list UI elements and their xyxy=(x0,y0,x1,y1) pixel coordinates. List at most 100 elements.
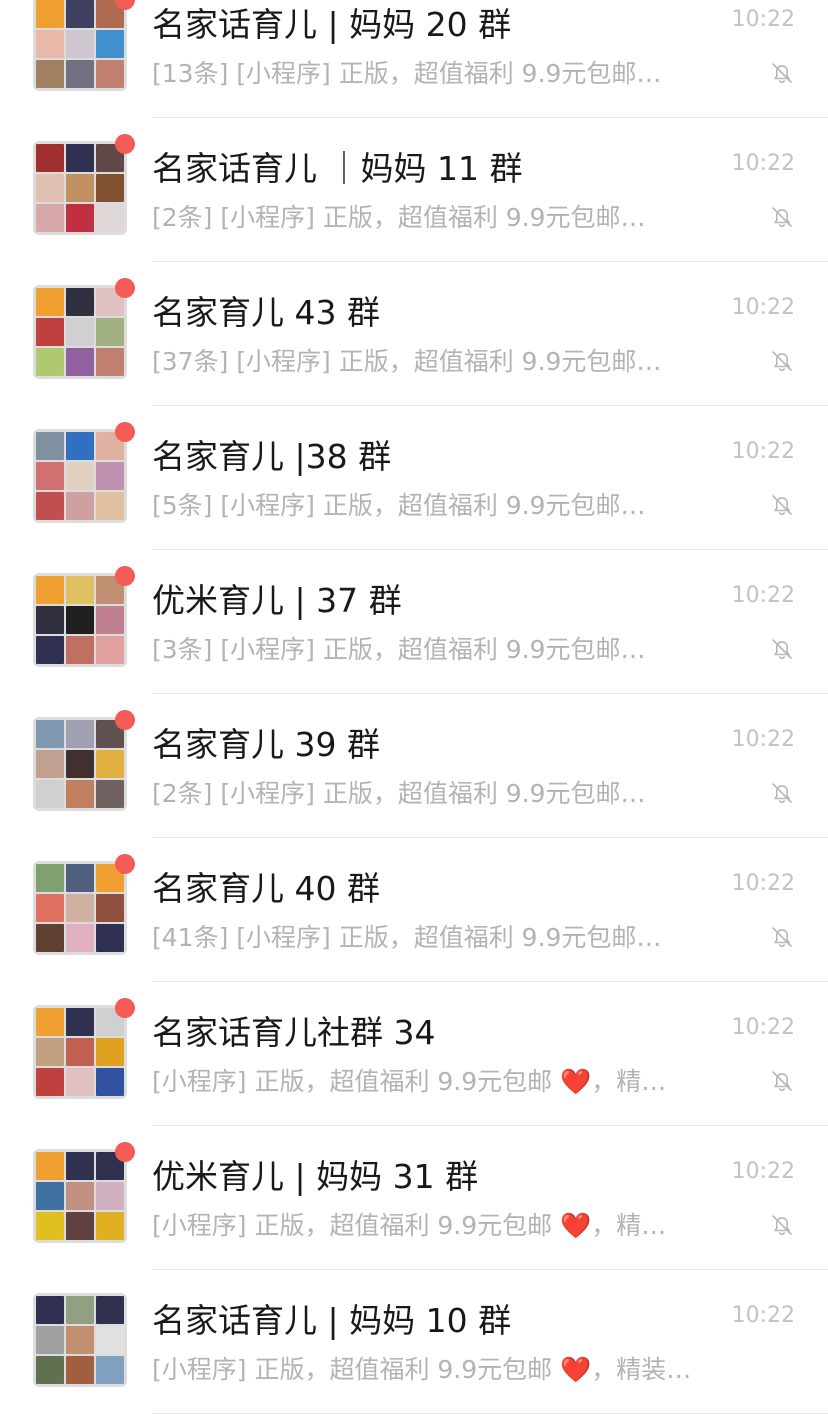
member-avatar-tile xyxy=(36,1356,64,1384)
member-avatar-tile xyxy=(36,606,64,634)
member-avatar-tile xyxy=(36,1326,64,1354)
group-avatar-wrap xyxy=(33,134,135,235)
chat-name: 优米育儿 | 妈妈 31 群 xyxy=(152,1157,479,1196)
group-avatar[interactable] xyxy=(33,1293,127,1387)
member-avatar-tile xyxy=(66,750,94,778)
member-avatar-tile xyxy=(36,1068,64,1096)
member-avatar-tile xyxy=(36,1008,64,1036)
member-avatar-tile xyxy=(66,1212,94,1240)
chat-time: 10:22 xyxy=(731,1159,795,1184)
chat-row[interactable]: 优米育儿 | 妈妈 31 群 10:22 [小程序] 正版，超值福利 9.9元包邮 … xyxy=(0,1126,828,1270)
member-avatar-tile xyxy=(96,1068,124,1096)
group-avatar-wrap xyxy=(33,1293,127,1387)
unread-dot-badge xyxy=(115,1142,135,1162)
member-avatar-tile xyxy=(66,0,94,28)
member-avatar-tile xyxy=(96,1182,124,1210)
member-avatar-tile xyxy=(96,60,124,88)
chat-row[interactable]: 名家话育儿社群 34 10:22 [小程序] 正版，超值福利 9.9元包邮 ❤️，精… xyxy=(0,982,828,1126)
member-avatar-tile xyxy=(66,348,94,376)
group-avatar-wrap xyxy=(33,566,135,667)
chat-name: 名家育儿 40 群 xyxy=(152,869,380,908)
unread-dot-badge xyxy=(115,710,135,730)
group-avatar[interactable] xyxy=(33,141,127,235)
bell-slash-icon xyxy=(769,780,795,806)
member-avatar-tile xyxy=(36,1038,64,1066)
chat-preview: [2条] [小程序] 正版，超值福利 9.9元包邮… xyxy=(152,203,646,232)
chat-name: 名家话育儿 | 妈妈 10 群 xyxy=(152,1301,512,1340)
member-avatar-tile xyxy=(66,1182,94,1210)
member-avatar-tile xyxy=(96,462,124,490)
member-avatar-tile xyxy=(36,492,64,520)
chat-name: 优米育儿 | 37 群 xyxy=(152,581,402,620)
group-avatar[interactable] xyxy=(33,429,127,523)
unread-dot-badge xyxy=(115,566,135,586)
member-avatar-tile xyxy=(96,1038,124,1066)
chat-row[interactable]: 名家话育儿 | 妈妈 10 群 10:22 [小程序] 正版，超值福利 9.9元包邮… xyxy=(0,1270,828,1414)
member-avatar-tile xyxy=(96,636,124,664)
group-avatar-wrap xyxy=(33,0,135,91)
chat-name: 名家育儿 |38 群 xyxy=(152,437,392,476)
chat-preview: [2条] [小程序] 正版，超值福利 9.9元包邮… xyxy=(152,779,646,808)
chat-row[interactable]: 名家育儿 40 群 10:22 [41条] [小程序] 正版，超值福利 9.9元包邮… xyxy=(0,838,828,982)
chat-time: 10:22 xyxy=(731,295,795,320)
member-avatar-tile xyxy=(66,636,94,664)
member-avatar-tile xyxy=(96,318,124,346)
member-avatar-tile xyxy=(66,1356,94,1384)
member-avatar-tile xyxy=(66,288,94,316)
member-avatar-tile xyxy=(66,318,94,346)
bell-slash-icon xyxy=(769,60,795,86)
chat-name: 名家话育儿社群 34 xyxy=(152,1013,436,1052)
group-avatar[interactable] xyxy=(33,717,127,811)
member-avatar-tile xyxy=(36,1182,64,1210)
member-avatar-tile xyxy=(36,636,64,664)
group-avatar[interactable] xyxy=(33,1005,127,1099)
member-avatar-tile xyxy=(96,30,124,58)
chat-preview: [小程序] 正版，超值福利 9.9元包邮 ❤️，精… xyxy=(152,1211,667,1240)
member-avatar-tile xyxy=(96,1326,124,1354)
chat-time: 10:22 xyxy=(731,1015,795,1040)
member-avatar-tile xyxy=(66,144,94,172)
bell-slash-icon xyxy=(769,924,795,950)
group-avatar[interactable] xyxy=(33,285,127,379)
member-avatar-tile xyxy=(36,432,64,460)
chat-time: 10:22 xyxy=(731,583,795,608)
member-avatar-tile xyxy=(96,1212,124,1240)
chat-preview: [小程序] 正版，超值福利 9.9元包邮 ❤️，精… xyxy=(152,1067,667,1096)
member-avatar-tile xyxy=(66,1038,94,1066)
member-avatar-tile xyxy=(36,1212,64,1240)
member-avatar-tile xyxy=(36,0,64,28)
member-avatar-tile xyxy=(66,204,94,232)
chat-name: 名家育儿 39 群 xyxy=(152,725,380,764)
group-avatar-wrap xyxy=(33,710,135,811)
member-avatar-tile xyxy=(36,318,64,346)
chat-row[interactable]: 名家育儿 43 群 10:22 [37条] [小程序] 正版，超值福利 9.9元包邮… xyxy=(0,262,828,406)
member-avatar-tile xyxy=(36,1152,64,1180)
bell-slash-icon xyxy=(769,1068,795,1094)
chat-time: 10:22 xyxy=(731,439,795,464)
chat-row[interactable]: 名家话育儿 | 妈妈 20 群 10:22 [13条] [小程序] 正版，超值福利 … xyxy=(0,0,828,118)
unread-dot-badge xyxy=(115,278,135,298)
member-avatar-tile xyxy=(96,204,124,232)
group-avatar[interactable] xyxy=(33,573,127,667)
chat-row[interactable]: 名家育儿 39 群 10:22 [2条] [小程序] 正版，超值福利 9.9元包邮… xyxy=(0,694,828,838)
group-avatar-wrap xyxy=(33,1142,135,1243)
unread-dot-badge xyxy=(115,998,135,1018)
member-avatar-tile xyxy=(96,780,124,808)
member-avatar-tile xyxy=(66,1326,94,1354)
member-avatar-tile xyxy=(66,1152,94,1180)
member-avatar-tile xyxy=(96,492,124,520)
member-avatar-tile xyxy=(36,204,64,232)
group-avatar[interactable] xyxy=(33,861,127,955)
chat-time: 10:22 xyxy=(731,151,795,176)
member-avatar-tile xyxy=(96,606,124,634)
member-avatar-tile xyxy=(36,1296,64,1324)
member-avatar-tile xyxy=(36,720,64,748)
member-avatar-tile xyxy=(36,864,64,892)
member-avatar-tile xyxy=(66,864,94,892)
chat-row[interactable]: 名家话育儿 ｜妈妈 11 群 10:22 [2条] [小程序] 正版，超值福利 9.… xyxy=(0,118,828,262)
group-avatar[interactable] xyxy=(33,1149,127,1243)
group-avatar[interactable] xyxy=(33,0,127,91)
chat-time: 10:22 xyxy=(731,1303,795,1328)
chat-row[interactable]: 名家育儿 |38 群 10:22 [5条] [小程序] 正版，超值福利 9.9元包邮… xyxy=(0,406,828,550)
chat-row[interactable]: 优米育儿 | 37 群 10:22 [3条] [小程序] 正版，超值福利 9.9元包… xyxy=(0,550,828,694)
